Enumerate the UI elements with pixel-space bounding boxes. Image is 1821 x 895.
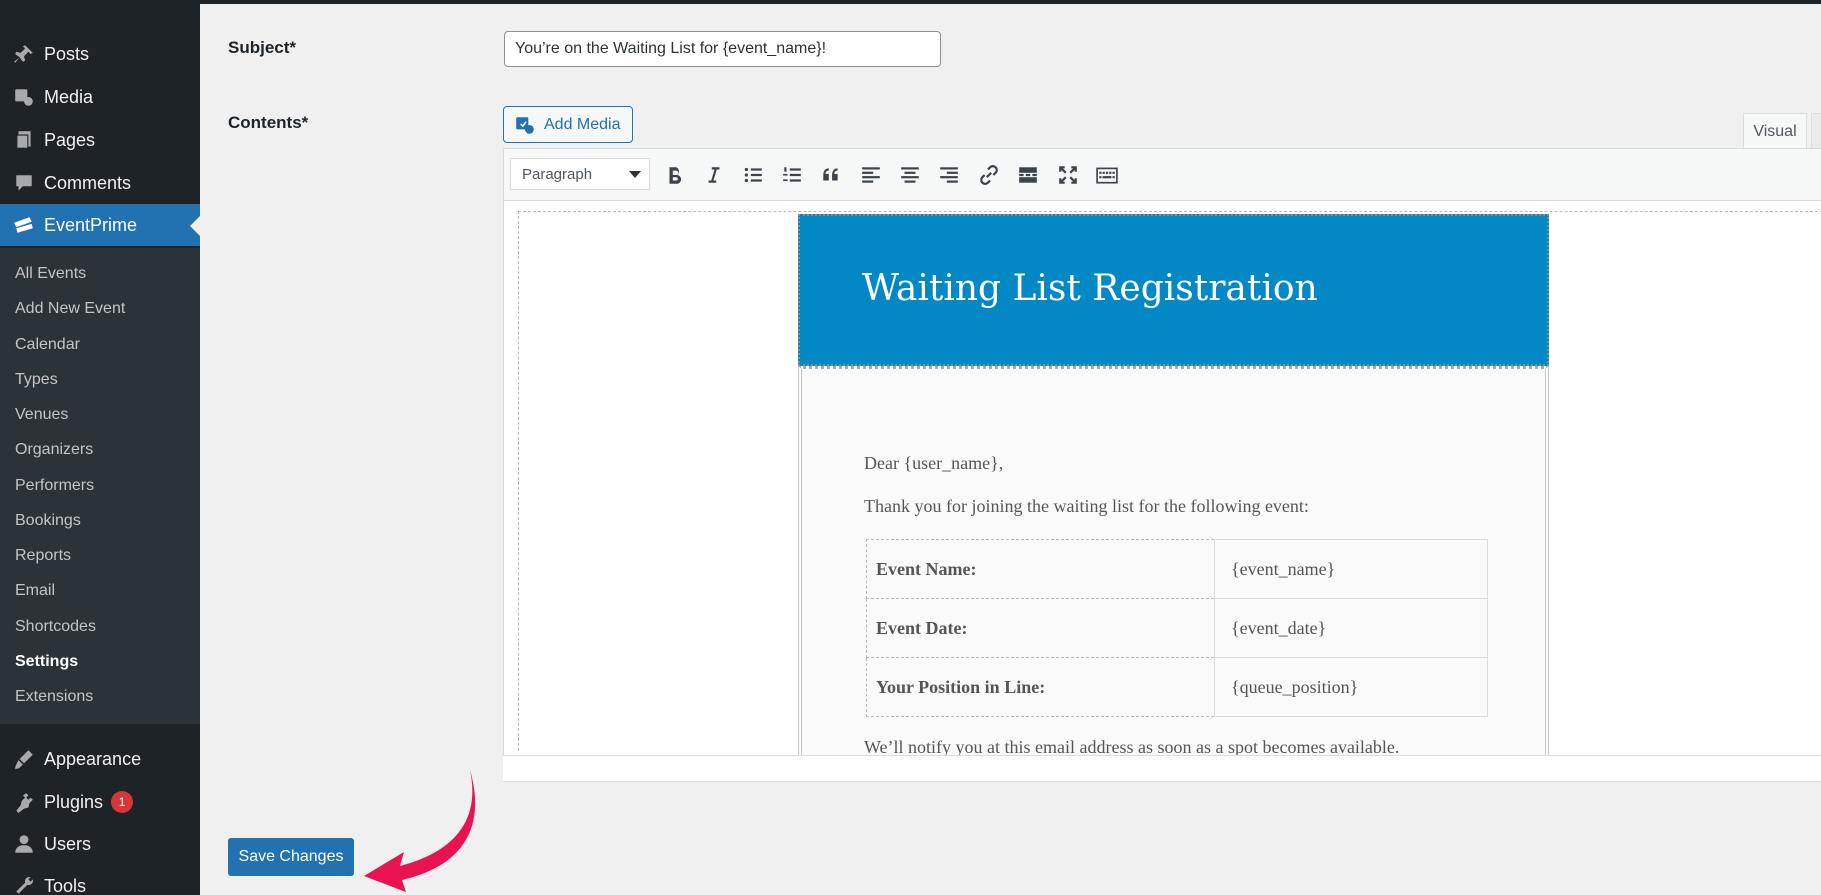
row-value: {event_name} [1214,539,1488,599]
menu-item-media[interactable]: Media [0,76,200,118]
menu-item-comments[interactable]: Comments [0,162,200,204]
row-value: {queue_position} [1214,657,1488,717]
menu-label: Tools [44,875,87,895]
submenu-bookings[interactable]: Bookings [15,510,81,532]
table-row: Your Position in Line: {queue_position} [866,657,1488,717]
pages-icon [10,129,38,151]
submenu-reports[interactable]: Reports [15,545,71,567]
menu-item-tools[interactable]: Tools [0,865,200,895]
subject-input[interactable] [504,31,941,67]
tab-visual[interactable]: Visual [1743,113,1807,149]
email-title: Waiting List Registration [862,268,1318,309]
table-row: Event Name: {event_name} [866,539,1488,599]
blockquote-icon[interactable] [818,162,844,188]
menu-label: Plugins [44,791,104,812]
italic-icon[interactable] [701,162,727,188]
event-info-table: Event Name: {event_name} Event Date: {ev… [866,539,1488,717]
media-icon [10,86,38,108]
bold-icon[interactable] [662,162,688,188]
add-media-label: Add Media [544,115,621,133]
editor-toolbar: Paragraph [504,149,1821,201]
tab-text[interactable] [1811,113,1821,149]
bullet-list-icon[interactable] [740,162,766,188]
menu-item-eventprime[interactable]: EventPrime [0,204,200,246]
menu-label: Appearance [44,748,142,769]
admin-bar-edge [200,0,1821,4]
comment-icon [10,172,38,194]
row-key: Event Date: [866,598,1215,658]
editor-status-bar [503,756,1821,782]
menu-item-users[interactable]: Users [0,823,200,865]
menu-item-posts[interactable]: Posts [0,33,200,75]
align-right-icon[interactable] [936,162,962,188]
menu-label: EventPrime [44,214,138,235]
format-select-value: Paragraph [522,165,593,183]
chevron-down-icon [629,171,641,178]
plug-icon [10,791,38,813]
menu-item-appearance[interactable]: Appearance [0,738,200,780]
row-value: {event_date} [1214,598,1488,658]
menu-item-plugins[interactable]: Plugins 1 [0,781,200,823]
link-icon[interactable] [976,162,1002,188]
submenu-extensions[interactable]: Extensions [15,686,93,708]
editor-bottom-region [503,755,1821,895]
add-media-button[interactable]: Add Media [503,106,633,143]
contents-label: Contents* [228,113,309,132]
pin-icon [10,43,38,65]
menu-label: Pages [44,129,96,150]
email-greeting: Dear {user_name}, [864,453,1004,473]
align-left-icon[interactable] [858,162,884,188]
add-media-icon [516,116,534,134]
submenu-performers[interactable]: Performers [15,475,94,497]
pointer-arrow-icon [364,770,476,892]
toolbar-toggle-icon[interactable] [1094,162,1120,188]
submenu-types[interactable]: Types [15,369,58,391]
align-center-icon[interactable] [897,162,923,188]
menu-item-pages[interactable]: Pages [0,119,200,161]
subject-label: Subject* [228,38,297,57]
save-button[interactable]: Save Changes [228,838,354,876]
row-key: Event Name: [866,539,1215,599]
submenu-organizers[interactable]: Organizers [15,439,93,461]
wrench-icon [10,875,38,895]
submenu-calendar[interactable]: Calendar [15,334,80,356]
submenu-email[interactable]: Email [15,580,55,602]
email-template: Waiting List Registration Dear {user_nam… [798,214,1549,757]
brush-icon [10,748,38,770]
fullscreen-icon[interactable] [1055,162,1081,188]
read-more-icon[interactable] [1015,162,1041,188]
email-body: Dear {user_name}, Thank you for joining … [798,366,1549,757]
format-select[interactable]: Paragraph [510,158,650,190]
active-indicator [190,216,200,236]
menu-label: Users [44,833,92,854]
email-header: Waiting List Registration [798,214,1549,366]
menu-label: Comments [44,172,132,193]
submenu-add-new-event[interactable]: Add New Event [15,298,125,320]
user-icon [10,833,38,855]
submenu-venues[interactable]: Venues [15,404,68,426]
email-intro: Thank you for joining the waiting list f… [864,496,1309,516]
menu-label: Media [44,86,94,107]
numbered-list-icon[interactable] [779,162,805,188]
admin-sidebar: Posts Media Pages Comments EventPrime Al… [0,0,200,895]
submenu-shortcodes[interactable]: Shortcodes [15,616,96,638]
row-key: Your Position in Line: [866,657,1215,717]
submenu-settings[interactable]: Settings [15,651,78,673]
ticket-icon [10,214,38,236]
plugins-update-badge: 1 [111,791,134,813]
eventprime-submenu: All Events Add New Event Calendar Types … [0,248,200,724]
submenu-all-events[interactable]: All Events [15,263,86,285]
menu-label: Posts [44,43,90,64]
table-row: Event Date: {event_date} [866,598,1488,658]
